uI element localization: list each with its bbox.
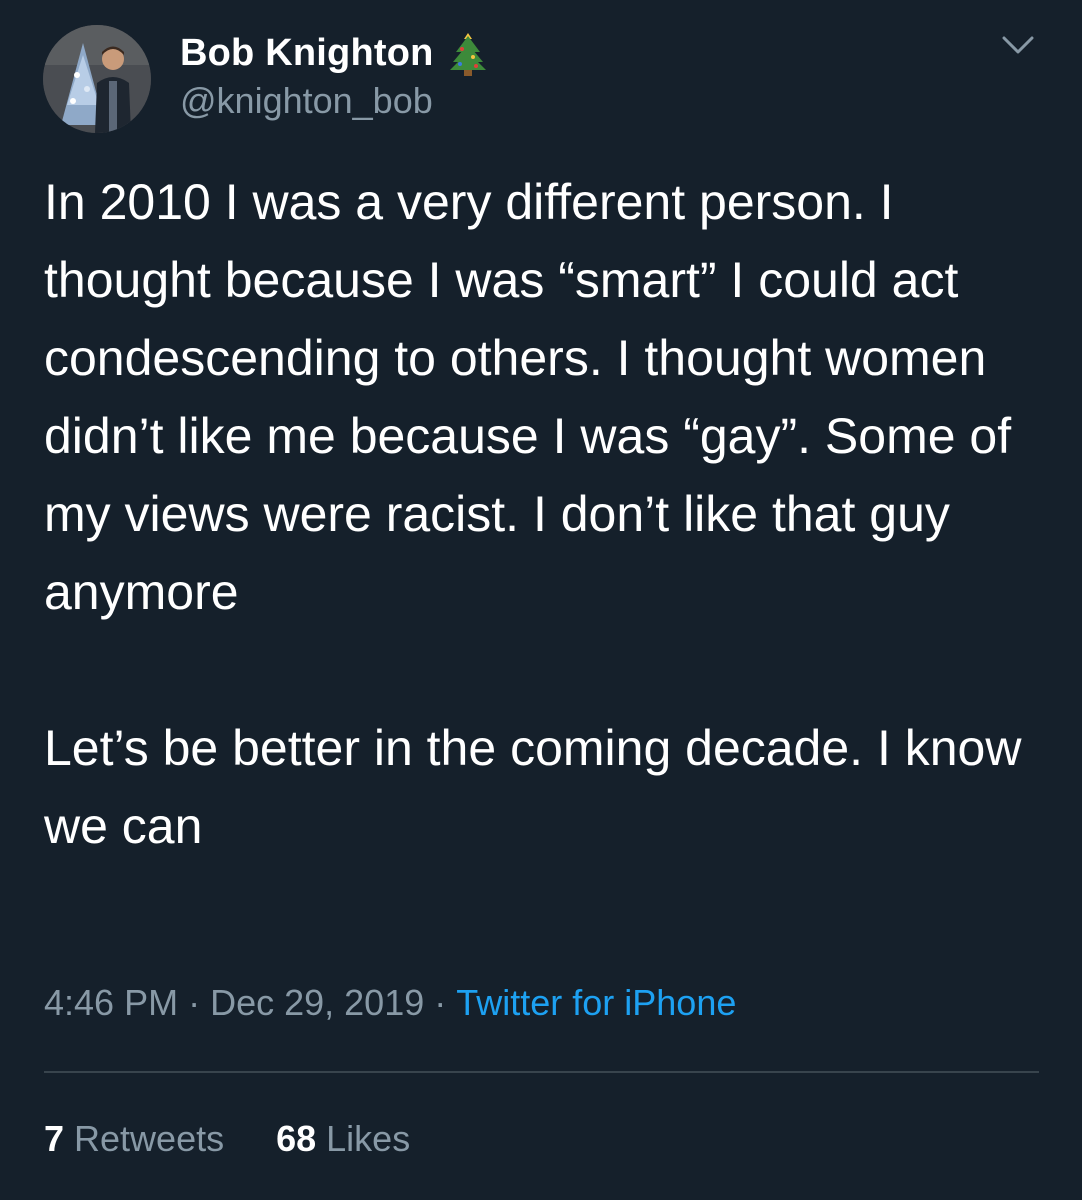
tweet-paragraph: In 2010 I was a very different person. I… bbox=[44, 174, 1012, 620]
display-name-row[interactable]: Bob Knighton bbox=[180, 28, 488, 78]
tweet-meta: 4:46 PM · Dec 29, 2019 · Twitter for iPhone bbox=[44, 982, 736, 1024]
retweets-label: Retweets bbox=[74, 1118, 225, 1159]
tweet-time[interactable]: 4:46 PM bbox=[44, 982, 178, 1023]
tweet-card: Bob Knighton @knighton_bob In 2010 I was… bbox=[0, 0, 1082, 1200]
retweets-count: 7 bbox=[44, 1118, 65, 1159]
source-link[interactable]: Twitter for iPhone bbox=[456, 982, 736, 1023]
tweet-text: In 2010 I was a very different person. I… bbox=[44, 163, 1054, 865]
retweets-stat[interactable]: 7 Retweets bbox=[44, 1118, 224, 1159]
engagement-stats: 7 Retweets 68 Likes bbox=[44, 1118, 410, 1160]
chevron-down-icon[interactable] bbox=[1000, 30, 1036, 58]
avatar[interactable] bbox=[43, 25, 151, 133]
christmas-tree-icon bbox=[448, 30, 488, 76]
tweet-paragraph: Let’s be better in the coming decade. I … bbox=[44, 720, 1022, 854]
likes-stat[interactable]: 68 Likes bbox=[276, 1118, 410, 1159]
likes-count: 68 bbox=[276, 1118, 317, 1159]
tweet-date[interactable]: Dec 29, 2019 bbox=[210, 982, 424, 1023]
separator: · bbox=[434, 982, 447, 1023]
user-handle[interactable]: @knighton_bob bbox=[180, 80, 433, 122]
avatar-photo-icon bbox=[43, 25, 151, 133]
separator: · bbox=[188, 982, 201, 1023]
likes-label: Likes bbox=[326, 1118, 411, 1159]
display-name[interactable]: Bob Knighton bbox=[180, 32, 434, 75]
divider bbox=[44, 1071, 1039, 1073]
